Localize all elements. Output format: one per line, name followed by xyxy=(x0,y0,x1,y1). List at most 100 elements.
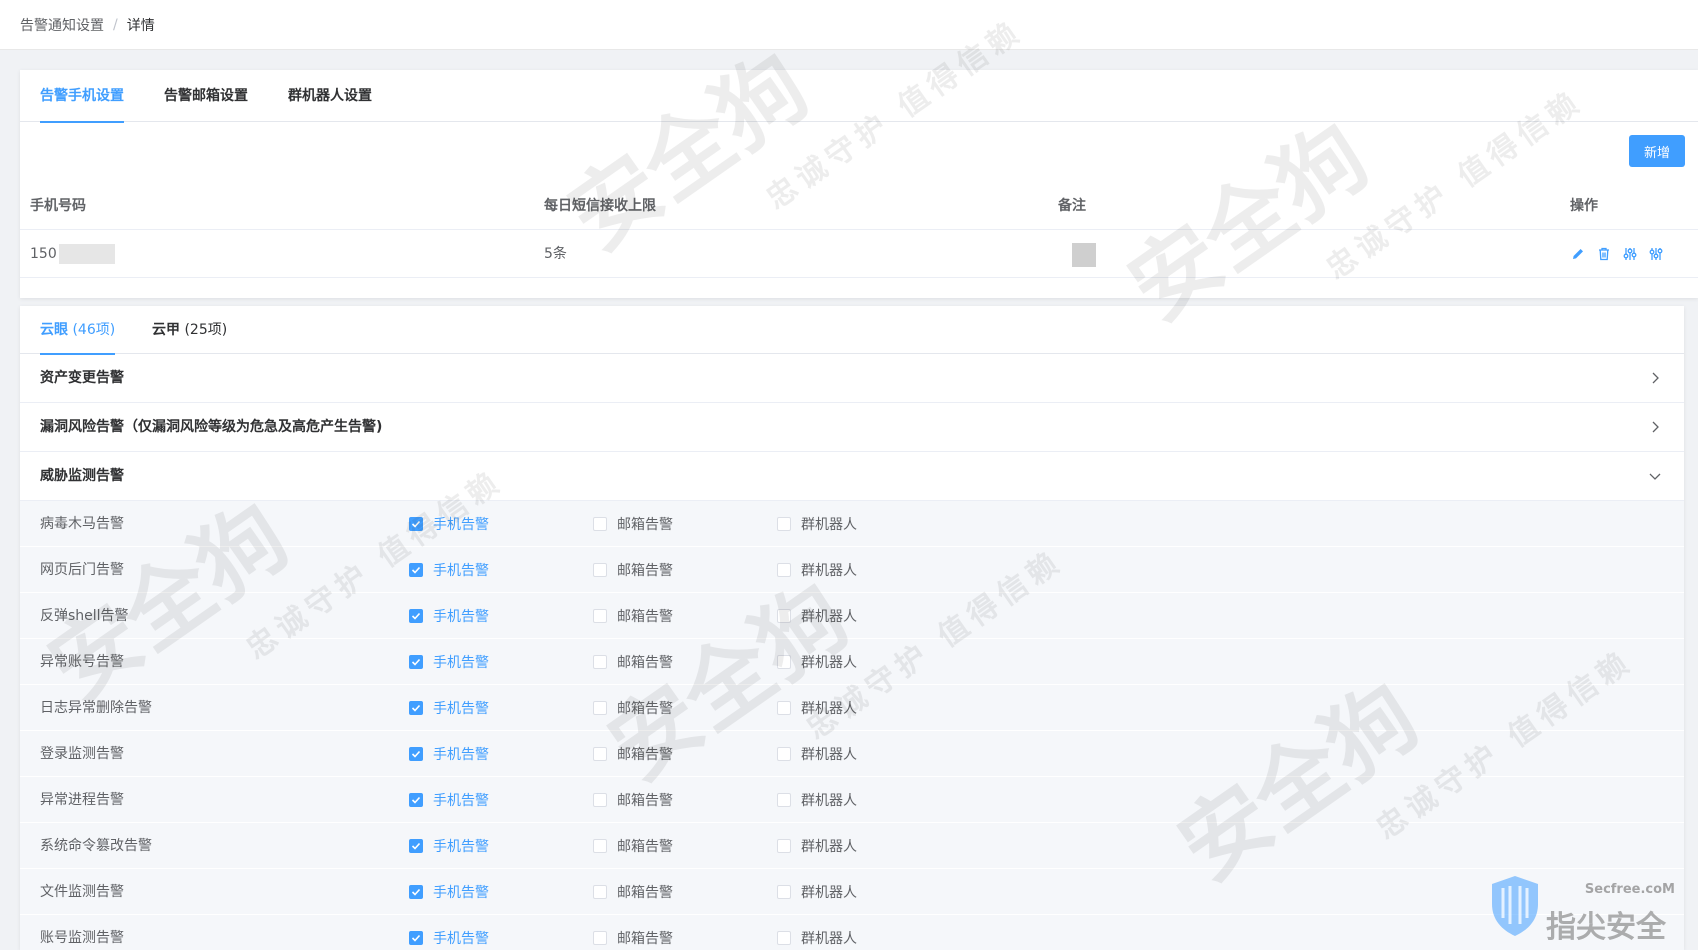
sms-alert-label: 手机告警 xyxy=(433,747,489,763)
sms-alert-checkbox[interactable]: 手机告警 xyxy=(409,501,489,547)
email-alert-checkbox[interactable]: 邮箱告警 xyxy=(593,777,673,823)
robot-alert-label: 群机器人 xyxy=(801,931,857,947)
config-sliders-icon[interactable] xyxy=(1648,246,1664,262)
add-button[interactable]: 新增 xyxy=(1629,135,1685,167)
robot-alert-checkbox[interactable]: 群机器人 xyxy=(777,547,857,593)
section-vuln-risk[interactable]: 漏洞风险告警（仅漏洞风险等级为危急及高危产生告警) xyxy=(20,403,1684,452)
robot-alert-label: 群机器人 xyxy=(801,885,857,901)
checkbox-checked-icon xyxy=(409,747,423,761)
tab-yunjia[interactable]: 云甲 (25项) xyxy=(152,306,227,354)
robot-alert-checkbox[interactable]: 群机器人 xyxy=(777,501,857,547)
email-alert-checkbox[interactable]: 邮箱告警 xyxy=(593,685,673,731)
tab-yunjia-label: 云甲 xyxy=(152,322,180,338)
remark-redacted-mask xyxy=(1072,243,1096,267)
robot-alert-checkbox[interactable]: 群机器人 xyxy=(777,685,857,731)
settings-sliders-icon[interactable] xyxy=(1622,246,1638,262)
section-threat-monitor[interactable]: 威胁监测告警 xyxy=(20,452,1684,501)
email-alert-label: 邮箱告警 xyxy=(617,563,673,579)
sms-alert-checkbox[interactable]: 手机告警 xyxy=(409,823,489,869)
checkbox-empty-icon xyxy=(593,701,607,715)
alert-row: 系统命令篡改告警 手机告警 邮箱告警 群机器人 xyxy=(20,823,1684,869)
checkbox-empty-icon xyxy=(593,747,607,761)
sms-alert-checkbox[interactable]: 手机告警 xyxy=(409,915,489,950)
chevron-right-icon xyxy=(1648,420,1662,434)
alert-name: 异常账号告警 xyxy=(40,654,124,670)
email-alert-checkbox[interactable]: 邮箱告警 xyxy=(593,823,673,869)
email-alert-checkbox[interactable]: 邮箱告警 xyxy=(593,501,673,547)
checkbox-empty-icon xyxy=(777,793,791,807)
checkbox-empty-icon xyxy=(777,563,791,577)
email-alert-label: 邮箱告警 xyxy=(617,609,673,625)
alert-row: 文件监测告警 手机告警 邮箱告警 群机器人 xyxy=(20,869,1684,915)
tab-robot-settings[interactable]: 群机器人设置 xyxy=(288,70,372,122)
email-alert-checkbox[interactable]: 邮箱告警 xyxy=(593,731,673,777)
checkbox-empty-icon xyxy=(777,517,791,531)
alert-name: 账号监测告警 xyxy=(40,930,124,946)
email-alert-checkbox[interactable]: 邮箱告警 xyxy=(593,593,673,639)
email-alert-checkbox[interactable]: 邮箱告警 xyxy=(593,869,673,915)
robot-alert-checkbox[interactable]: 群机器人 xyxy=(777,823,857,869)
table-row: 150 5条 xyxy=(20,230,1698,278)
checkbox-empty-icon xyxy=(593,839,607,853)
alert-name: 日志异常删除告警 xyxy=(40,700,152,716)
redacted-mask xyxy=(58,244,115,264)
edit-icon[interactable] xyxy=(1570,246,1586,262)
alert-name: 反弹shell告警 xyxy=(40,608,129,624)
notify-settings-card: 告警手机设置 告警邮箱设置 群机器人设置 新增 手机号码 每日短信接收上限 备注… xyxy=(20,70,1698,298)
robot-alert-checkbox[interactable]: 群机器人 xyxy=(777,777,857,823)
sms-alert-checkbox[interactable]: 手机告警 xyxy=(409,547,489,593)
tab-yunyan-label: 云眼 xyxy=(40,322,68,338)
robot-alert-label: 群机器人 xyxy=(801,793,857,809)
sms-alert-label: 手机告警 xyxy=(433,517,489,533)
robot-alert-checkbox[interactable]: 群机器人 xyxy=(777,915,857,950)
checkbox-empty-icon xyxy=(777,609,791,623)
robot-alert-checkbox[interactable]: 群机器人 xyxy=(777,639,857,685)
robot-alert-checkbox[interactable]: 群机器人 xyxy=(777,593,857,639)
tab-yunjia-count: (25项) xyxy=(184,322,228,338)
checkbox-checked-icon xyxy=(409,517,423,531)
robot-alert-checkbox[interactable]: 群机器人 xyxy=(777,731,857,777)
tab-phone-settings[interactable]: 告警手机设置 xyxy=(40,70,124,123)
robot-alert-checkbox[interactable]: 群机器人 xyxy=(777,869,857,915)
tab-email-settings[interactable]: 告警邮箱设置 xyxy=(164,70,248,122)
alert-types-card: 云眼 (46项) 云甲 (25项) 资产变更告警 漏洞风险告警（仅漏洞风险等级为… xyxy=(20,306,1684,950)
sms-alert-label: 手机告警 xyxy=(433,655,489,671)
sms-alert-label: 手机告警 xyxy=(433,931,489,947)
robot-alert-label: 群机器人 xyxy=(801,517,857,533)
checkbox-checked-icon xyxy=(409,885,423,899)
email-alert-label: 邮箱告警 xyxy=(617,747,673,763)
delete-icon[interactable] xyxy=(1596,246,1612,262)
alert-row: 反弹shell告警 手机告警 邮箱告警 群机器人 xyxy=(20,593,1684,639)
col-remark: 备注 xyxy=(1058,198,1086,214)
breadcrumb-parent[interactable]: 告警通知设置 xyxy=(20,15,104,35)
alert-name: 异常进程告警 xyxy=(40,792,124,808)
section-title: 威胁监测告警 xyxy=(40,468,124,484)
checkbox-checked-icon xyxy=(409,839,423,853)
chevron-down-icon xyxy=(1648,469,1662,483)
breadcrumb: 告警通知设置 / 详情 xyxy=(0,0,1698,50)
robot-alert-label: 群机器人 xyxy=(801,655,857,671)
sms-alert-checkbox[interactable]: 手机告警 xyxy=(409,731,489,777)
section-asset-change[interactable]: 资产变更告警 xyxy=(20,354,1684,403)
email-alert-checkbox[interactable]: 邮箱告警 xyxy=(593,547,673,593)
sms-alert-checkbox[interactable]: 手机告警 xyxy=(409,639,489,685)
sms-alert-label: 手机告警 xyxy=(433,609,489,625)
sms-alert-checkbox[interactable]: 手机告警 xyxy=(409,593,489,639)
category-tabs: 云眼 (46项) 云甲 (25项) xyxy=(20,306,1684,355)
sms-alert-checkbox[interactable]: 手机告警 xyxy=(409,685,489,731)
checkbox-empty-icon xyxy=(593,563,607,577)
robot-alert-label: 群机器人 xyxy=(801,839,857,855)
checkbox-empty-icon xyxy=(593,655,607,669)
tab-yunyan[interactable]: 云眼 (46项) xyxy=(40,306,116,355)
alert-row: 病毒木马告警 手机告警 邮箱告警 群机器人 xyxy=(20,501,1684,547)
email-alert-label: 邮箱告警 xyxy=(617,701,673,717)
sms-alert-checkbox[interactable]: 手机告警 xyxy=(409,777,489,823)
checkbox-checked-icon xyxy=(409,701,423,715)
checkbox-empty-icon xyxy=(777,701,791,715)
checkbox-empty-icon xyxy=(593,517,607,531)
email-alert-checkbox[interactable]: 邮箱告警 xyxy=(593,639,673,685)
sms-alert-checkbox[interactable]: 手机告警 xyxy=(409,869,489,915)
email-alert-checkbox[interactable]: 邮箱告警 xyxy=(593,915,673,950)
phone-cell: 150 xyxy=(30,230,115,278)
checkbox-empty-icon xyxy=(593,609,607,623)
